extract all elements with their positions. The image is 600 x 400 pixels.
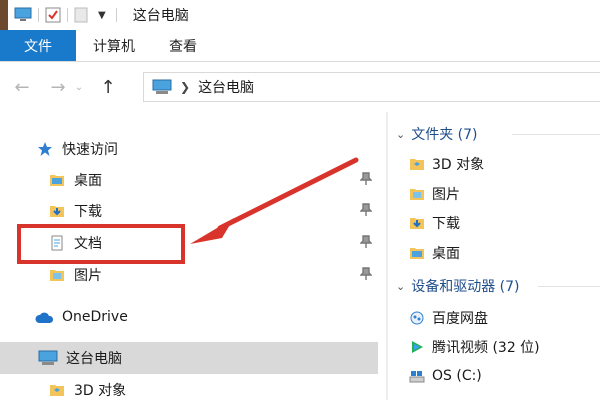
group-divider bbox=[512, 134, 600, 135]
group-header-devices[interactable]: ⌄ 设备和驱动器 (7) bbox=[396, 273, 520, 299]
nav-item-quick-access[interactable]: 快速访问 bbox=[36, 134, 118, 164]
tab-computer[interactable]: 计算机 bbox=[76, 30, 152, 61]
nav-item-onedrive[interactable]: OneDrive bbox=[34, 302, 128, 332]
address-path[interactable]: 这台电脑 bbox=[198, 77, 254, 97]
list-item-label: 3D 对象 bbox=[432, 157, 485, 173]
list-item[interactable]: 3D 对象 bbox=[408, 150, 484, 178]
3d-objects-folder-icon bbox=[48, 381, 66, 399]
quick-access-toolbar: ▼ bbox=[8, 0, 123, 30]
pictures-folder-icon bbox=[408, 185, 426, 203]
properties-icon[interactable] bbox=[45, 7, 61, 23]
list-item-label: 图片 bbox=[432, 187, 460, 203]
list-item[interactable]: 图片 bbox=[408, 180, 460, 208]
forward-arrow-icon[interactable]: → bbox=[44, 73, 72, 101]
nav-item-label: 3D 对象 bbox=[74, 383, 127, 399]
nav-item-pictures[interactable]: 图片 bbox=[48, 260, 102, 290]
desktop-folder-icon bbox=[408, 244, 426, 262]
list-item-label: 腾讯视频 (32 位) bbox=[432, 340, 540, 356]
pin-icon[interactable] bbox=[360, 203, 372, 217]
list-item-label: 百度网盘 bbox=[432, 311, 488, 327]
tab-view[interactable]: 查看 bbox=[152, 30, 214, 61]
computer-icon[interactable] bbox=[14, 7, 32, 23]
list-item[interactable]: OS (C:) bbox=[408, 362, 482, 390]
nav-item-label: 下载 bbox=[74, 204, 102, 220]
list-item-label: 桌面 bbox=[432, 246, 460, 262]
nav-item-label: 桌面 bbox=[74, 173, 102, 189]
pictures-folder-icon bbox=[48, 266, 66, 284]
list-item[interactable]: 百度网盘 bbox=[408, 304, 488, 332]
customize-toolbar-dropdown-icon[interactable]: ▼ bbox=[98, 10, 106, 21]
nav-item-label: OneDrive bbox=[62, 309, 128, 325]
group-header-folders[interactable]: ⌄ 文件夹 (7) bbox=[396, 121, 478, 147]
pin-icon[interactable] bbox=[360, 235, 372, 249]
up-arrow-icon[interactable]: ↑ bbox=[94, 73, 122, 101]
nav-item-desktop[interactable]: 桌面 bbox=[48, 165, 102, 195]
nav-item-label: 快速访问 bbox=[62, 142, 118, 158]
address-bar-row: ← → ⌄ ↑ ❯ 这台电脑 bbox=[0, 62, 600, 112]
nav-item-this-pc[interactable]: 这台电脑 bbox=[38, 343, 122, 373]
window-title: 这台电脑 bbox=[132, 8, 189, 24]
nav-item-downloads[interactable]: 下载 bbox=[48, 196, 102, 226]
group-divider bbox=[538, 286, 600, 287]
list-item[interactable]: 腾讯视频 (32 位) bbox=[408, 333, 540, 361]
downloads-folder-icon bbox=[48, 202, 66, 220]
list-item[interactable]: 下载 bbox=[408, 209, 460, 237]
drive-icon bbox=[408, 367, 426, 385]
pin-icon[interactable] bbox=[360, 172, 372, 186]
tab-file[interactable]: 文件 bbox=[0, 30, 76, 61]
this-pc-icon bbox=[152, 79, 172, 95]
back-arrow-icon[interactable]: ← bbox=[8, 73, 36, 101]
annotation-highlight-box bbox=[17, 224, 185, 264]
list-item-label: OS (C:) bbox=[432, 368, 482, 384]
list-item-label: 下载 bbox=[432, 216, 460, 232]
title-bar: ▼ 这台电脑 bbox=[0, 0, 600, 30]
downloads-folder-icon bbox=[408, 214, 426, 232]
ribbon-tabs: 文件 计算机 查看 bbox=[0, 30, 600, 62]
new-folder-icon[interactable] bbox=[74, 7, 88, 23]
breadcrumb-chevron-icon[interactable]: ❯ bbox=[180, 80, 190, 94]
group-header-label: 设备和驱动器 (7) bbox=[411, 279, 520, 295]
address-bar[interactable]: ❯ 这台电脑 bbox=[143, 72, 600, 102]
cloud-icon bbox=[34, 308, 54, 326]
recent-locations-chevron-icon[interactable]: ⌄ bbox=[72, 73, 86, 101]
collapse-chevron-icon[interactable]: ⌄ bbox=[396, 280, 405, 293]
list-item[interactable]: 桌面 bbox=[408, 239, 460, 267]
pin-icon[interactable] bbox=[360, 267, 372, 281]
collapse-chevron-icon[interactable]: ⌄ bbox=[396, 128, 405, 141]
content-pane: ⌄ 文件夹 (7) 3D 对象 图片 下载 桌面 ⌄ 设备和驱动器 (7) 百度… bbox=[388, 112, 600, 400]
star-icon bbox=[36, 140, 54, 158]
desktop-folder-icon bbox=[48, 171, 66, 189]
computer-icon bbox=[38, 349, 58, 367]
nav-item-label: 这台电脑 bbox=[66, 351, 122, 367]
group-header-label: 文件夹 (7) bbox=[411, 127, 478, 143]
tencent-video-icon bbox=[408, 338, 426, 356]
nav-item-label: 图片 bbox=[74, 268, 102, 284]
nav-item-3d-objects[interactable]: 3D 对象 bbox=[48, 375, 126, 400]
baidu-netdisk-icon bbox=[408, 309, 426, 327]
3d-objects-folder-icon bbox=[408, 155, 426, 173]
